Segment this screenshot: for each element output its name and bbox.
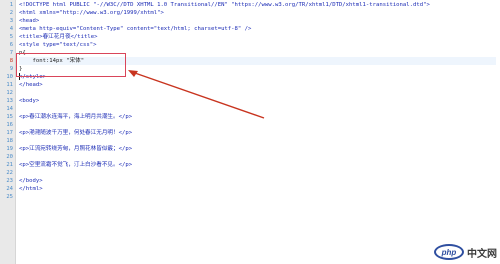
line-number: 19 xyxy=(6,146,13,152)
watermark: php 中文网 xyxy=(434,243,497,261)
code-line[interactable]: <html xmlns="http://www.w3.org/1999/xhtm… xyxy=(19,9,496,17)
code-line[interactable]: </body> xyxy=(19,177,496,185)
line-number: 25 xyxy=(6,194,13,200)
code-line[interactable]: <p>滟滟随波千万里，何处春江无月明！</p> xyxy=(19,129,496,137)
line-number: 8 xyxy=(9,58,13,64)
code-line[interactable]: <style type="text/css"> xyxy=(19,41,496,49)
code-line[interactable]: <p>空里流霜不觉飞，汀上白沙看不见。</p> xyxy=(19,161,496,169)
code-line[interactable] xyxy=(19,169,496,177)
line-number: 10 xyxy=(6,74,13,80)
code-line[interactable]: <!DOCTYPE html PUBLIC "-//W3C//DTD XHTML… xyxy=(19,1,496,9)
line-number: 18 xyxy=(6,138,13,144)
watermark-site-text: 中文网 xyxy=(467,248,497,260)
line-number: 7 xyxy=(9,50,13,56)
line-number: 3 xyxy=(9,18,13,24)
line-number: 22 xyxy=(6,170,13,176)
code-line[interactable]: </head> xyxy=(19,81,496,89)
line-number: 9 xyxy=(9,66,13,72)
line-number: 4 xyxy=(9,26,13,32)
code-line[interactable]: <p>春江潮水连海平，海上明月共潮生。</p> xyxy=(19,113,496,121)
line-number: 17 xyxy=(6,130,13,136)
code-line[interactable]: <meta http-equiv="Content-Type" content=… xyxy=(19,25,496,33)
line-number: 14 xyxy=(6,106,13,112)
line-number-gutter: 1 2 3 4 5 6 7 8 9 10 11 12 13 14 15 16 17 18 19 20 21 22 23 24 2… xyxy=(0,0,16,264)
line-number: 16 xyxy=(6,122,13,128)
line-number: 12 xyxy=(6,90,13,96)
code-line[interactable]: <p>江流宛转绕芳甸，月照花林皆似霰；</p> xyxy=(19,145,496,153)
code-line[interactable] xyxy=(19,121,496,129)
code-line[interactable]: </html> xyxy=(19,185,496,193)
code-line[interactable] xyxy=(19,89,496,97)
code-line[interactable] xyxy=(19,193,496,201)
line-number: 24 xyxy=(6,186,13,192)
line-number: 1 xyxy=(9,2,13,8)
code-line[interactable] xyxy=(19,153,496,161)
line-number: 23 xyxy=(6,178,13,184)
php-logo-icon: php xyxy=(434,244,464,260)
code-line[interactable] xyxy=(19,137,496,145)
line-number: 2 xyxy=(9,10,13,16)
line-number: 5 xyxy=(9,34,13,40)
code-line[interactable]: <body> xyxy=(19,97,496,105)
line-number: 13 xyxy=(6,98,13,104)
highlight-box xyxy=(16,53,126,77)
line-number: 21 xyxy=(6,162,13,168)
code-line[interactable]: <head> xyxy=(19,17,496,25)
code-editor[interactable]: 1 2 3 4 5 6 7 8 9 10 11 12 13 14 15 16 17 18 19 20 21 22 23 24 2… xyxy=(0,0,500,264)
line-number: 15 xyxy=(6,114,13,120)
line-number: 20 xyxy=(6,154,13,160)
line-number: 6 xyxy=(9,42,13,48)
line-number: 11 xyxy=(6,82,13,88)
code-line[interactable] xyxy=(19,105,496,113)
code-line[interactable]: <title>春江花月夜</title> xyxy=(19,33,496,41)
